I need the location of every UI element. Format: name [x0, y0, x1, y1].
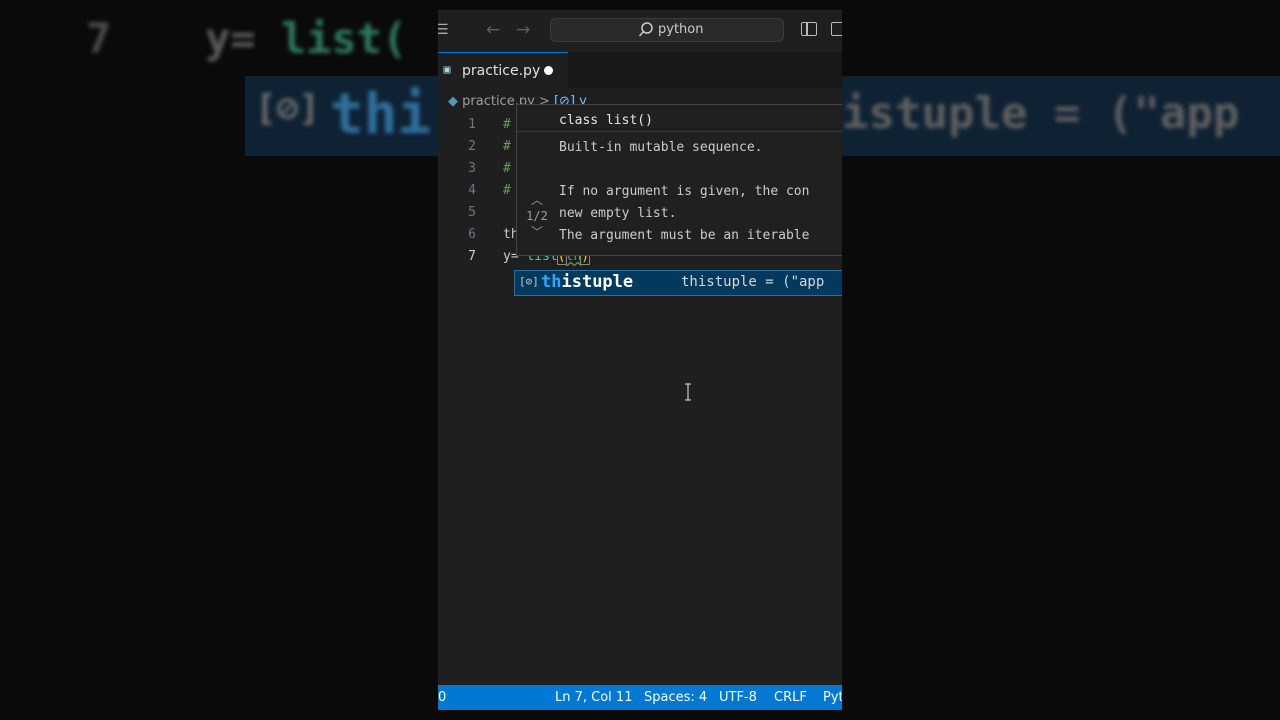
- tab-bar: practice.py: [438, 52, 842, 88]
- signature-text: class list(): [559, 113, 653, 128]
- background-line-number: 7: [86, 14, 112, 63]
- divider: [517, 131, 842, 132]
- toggle-panel-icon[interactable]: [831, 22, 842, 36]
- tab-practice-py[interactable]: practice.py: [438, 52, 568, 88]
- status-language[interactable]: Pyt: [823, 690, 842, 705]
- signature-help-popup: class list() Built-in mutable sequence. …: [516, 104, 842, 256]
- suggestion-label: thistuple: [541, 272, 634, 292]
- back-arrow-icon[interactable]: ←: [486, 20, 500, 40]
- command-center-search[interactable]: python: [550, 18, 784, 42]
- background-symbol-icon: [⊘]: [255, 88, 321, 129]
- line-number: 1: [468, 117, 476, 132]
- python-file-icon: [443, 66, 451, 74]
- doc-line: If no argument is given, the con: [559, 184, 810, 199]
- editor-window: ☰ ← → python practice.py ◆ practice.py >…: [438, 10, 842, 710]
- line-number: 3: [468, 161, 476, 176]
- line-number: 5: [468, 205, 476, 220]
- unsaved-dot-icon[interactable]: [544, 66, 553, 75]
- status-eol[interactable]: CRLF: [774, 690, 807, 705]
- text-cursor-icon: [685, 383, 691, 401]
- background-code-line: y= list(: [205, 14, 408, 63]
- suggestion-item[interactable]: [⊘] thistuple thistuple = ("app: [514, 270, 842, 296]
- suggestion-detail: thistuple = ("app: [681, 274, 825, 290]
- background-left: 7 y= list( [⊘] thi: [0, 0, 438, 720]
- status-cursor-position[interactable]: Ln 7, Col 11: [555, 690, 632, 705]
- line-text: #: [503, 183, 511, 198]
- background-suggestion-text: thi: [330, 82, 432, 147]
- breadcrumb-python-icon: ◆: [448, 94, 458, 109]
- line-text: #: [503, 161, 511, 176]
- background-detail-text: istuple = ("app: [842, 88, 1240, 139]
- toggle-sidebar-icon[interactable]: [801, 22, 817, 36]
- search-text: python: [658, 22, 704, 37]
- line-number: 2: [468, 139, 476, 154]
- line-number: 6: [468, 227, 476, 242]
- doc-line: new empty list.: [559, 206, 677, 221]
- forward-arrow-icon[interactable]: →: [516, 20, 530, 40]
- chevron-up-icon[interactable]: ︿: [521, 193, 553, 207]
- signature-counter: 1/2: [526, 209, 548, 223]
- tab-label: practice.py: [462, 63, 541, 79]
- signature-navigator: ︿ 1/2 ﹀: [521, 193, 553, 239]
- variable-icon: [⊘]: [519, 275, 539, 288]
- background-right: istuple = ("app: [842, 0, 1280, 720]
- status-bar: 0 Ln 7, Col 11 Spaces: 4 UTF-8 CRLF Pyt: [438, 685, 842, 710]
- doc-line: Built-in mutable sequence.: [559, 140, 763, 155]
- chevron-down-icon[interactable]: ﹀: [521, 225, 553, 239]
- line-text: #: [503, 139, 511, 154]
- status-indentation[interactable]: Spaces: 4: [644, 690, 707, 705]
- line-text: #: [503, 117, 511, 132]
- line-number: 4: [468, 183, 476, 198]
- status-problems[interactable]: 0: [438, 690, 446, 705]
- line-number: 7: [468, 249, 476, 264]
- title-bar: ☰ ← → python: [438, 10, 842, 52]
- menu-icon[interactable]: ☰: [438, 22, 449, 38]
- status-encoding[interactable]: UTF-8: [719, 690, 757, 705]
- search-icon: [638, 22, 653, 37]
- doc-line: The argument must be an iterable: [559, 228, 810, 243]
